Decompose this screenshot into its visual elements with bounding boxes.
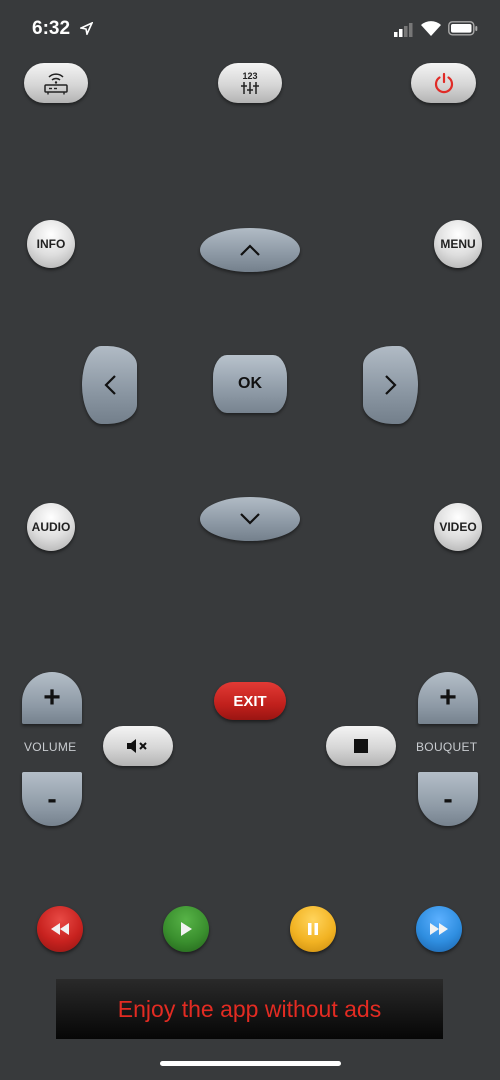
rewind-button[interactable] <box>37 906 83 952</box>
menu-label: MENU <box>440 237 476 251</box>
volume-down-button[interactable]: - <box>22 772 82 826</box>
left-button[interactable] <box>82 346 137 424</box>
audio-button[interactable]: AUDIO <box>27 503 75 551</box>
bouquet-down-button[interactable]: - <box>418 772 478 826</box>
volume-up-button[interactable]: + <box>22 672 82 724</box>
info-label: INFO <box>36 237 66 251</box>
chevron-up-icon <box>240 244 260 256</box>
fast-forward-icon <box>430 923 448 935</box>
pause-button[interactable] <box>290 906 336 952</box>
wifi-remote-button[interactable] <box>24 63 88 103</box>
bouquet-down-label: - <box>443 783 453 814</box>
cellular-signal-icon <box>394 23 413 37</box>
down-button[interactable] <box>200 497 300 541</box>
volume-up-label: + <box>43 681 61 714</box>
mute-icon <box>127 739 147 753</box>
stop-icon <box>354 739 368 753</box>
exit-button[interactable]: EXIT <box>214 682 286 720</box>
rewind-icon <box>51 923 69 935</box>
menu-button[interactable]: MENU <box>434 220 482 268</box>
audio-label: AUDIO <box>31 520 71 534</box>
router-icon <box>44 73 68 95</box>
battery-icon <box>448 21 478 36</box>
bouquet-label: BOUQUET <box>416 740 478 754</box>
stop-button[interactable] <box>326 726 396 766</box>
info-button[interactable]: INFO <box>27 220 75 268</box>
bouquet-up-button[interactable]: + <box>418 672 478 724</box>
exit-label: EXIT <box>233 692 267 710</box>
banner-text: Enjoy the app without ads <box>117 995 382 1022</box>
video-button[interactable]: VIDEO <box>434 503 482 551</box>
fast-forward-button[interactable] <box>416 906 462 952</box>
up-button[interactable] <box>200 228 300 272</box>
pause-icon <box>308 923 318 935</box>
bouquet-up-label: + <box>439 681 457 714</box>
chevron-down-icon <box>240 513 260 525</box>
volume-down-label: - <box>47 783 57 814</box>
video-label: VIDEO <box>439 520 477 534</box>
play-icon <box>181 922 192 936</box>
chevron-left-icon <box>103 375 116 395</box>
power-button[interactable] <box>411 63 476 103</box>
power-icon <box>434 72 453 94</box>
remove-ads-banner[interactable]: Enjoy the app without ads <box>56 979 443 1039</box>
right-button[interactable] <box>363 346 418 424</box>
mute-button[interactable] <box>103 726 173 766</box>
number-pad-label: 123 <box>242 71 258 81</box>
status-time: 6:32 <box>32 18 71 39</box>
chevron-right-icon <box>384 375 397 395</box>
number-pad-icon <box>241 82 259 94</box>
ok-button[interactable]: OK <box>213 355 287 413</box>
wifi-icon <box>421 21 441 36</box>
location-arrow-icon <box>80 22 93 35</box>
volume-label: VOLUME <box>24 740 77 754</box>
home-indicator[interactable] <box>160 1061 341 1066</box>
ok-label: OK <box>238 375 262 392</box>
number-pad-button[interactable]: 123 <box>218 63 282 103</box>
play-button[interactable] <box>163 906 209 952</box>
